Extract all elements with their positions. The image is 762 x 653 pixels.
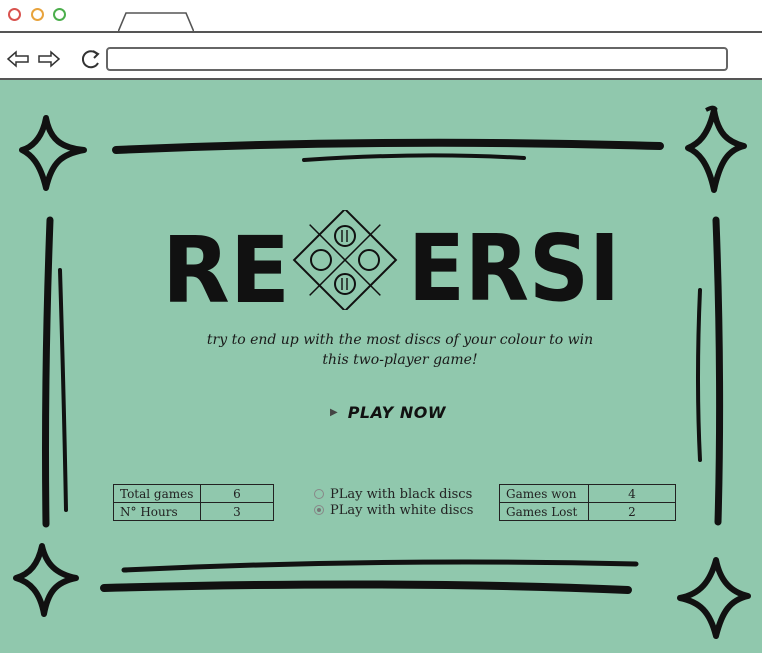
table-row: Games won 4 <box>499 484 676 503</box>
radio-white-label: PLay with white discs <box>330 502 474 518</box>
browser-tab[interactable] <box>118 12 194 32</box>
forward-arrow-icon[interactable] <box>37 49 61 69</box>
subtitle-line-1: try to end up with the most discs of you… <box>206 332 594 348</box>
game-stage: RE ERSI try to end up with the most disc… <box>0 80 762 653</box>
radio-black-label: PLay with black discs <box>330 486 473 502</box>
maximize-dot[interactable] <box>53 8 66 21</box>
back-arrow-icon[interactable] <box>6 49 30 69</box>
stats-table-left: Total games 6 N° Hours 3 <box>113 484 274 521</box>
stat-value: 2 <box>588 502 676 521</box>
stat-value: 6 <box>200 484 274 503</box>
minimize-dot[interactable] <box>31 8 44 21</box>
stat-value: 4 <box>588 484 676 503</box>
table-row: N° Hours 3 <box>113 502 274 521</box>
subtitle-line-2: this two-player game! <box>322 352 478 368</box>
title-right: ERSI <box>408 215 620 310</box>
title-left: RE <box>162 217 290 310</box>
radio-white-discs[interactable]: PLay with white discs <box>314 502 473 518</box>
table-row: Total games 6 <box>113 484 274 503</box>
stat-label: Games won <box>499 484 589 503</box>
stat-label: N° Hours <box>113 502 201 521</box>
sparkle-bottom-right-icon <box>677 557 751 639</box>
play-arrow-icon: ▶ <box>330 406 338 418</box>
play-now-button[interactable]: ▶ PLAY NOW <box>330 400 446 424</box>
reload-icon[interactable] <box>80 48 102 70</box>
game-subtitle: try to end up with the most discs of you… <box>170 330 630 370</box>
table-row: Games Lost 2 <box>499 502 676 521</box>
sparkle-bottom-left-icon <box>13 543 79 617</box>
radio-white-indicator[interactable] <box>314 505 324 515</box>
stat-label: Games Lost <box>499 502 589 521</box>
tab-strip-divider <box>0 31 762 33</box>
stat-value: 3 <box>200 502 274 521</box>
stats-table-right: Games won 4 Games Lost 2 <box>499 484 676 521</box>
play-now-label: PLAY NOW <box>347 402 446 422</box>
browser-chrome <box>0 0 762 80</box>
disc-diamond-icon <box>292 210 398 310</box>
stat-label: Total games <box>113 484 201 503</box>
url-bar[interactable] <box>106 47 728 71</box>
close-dot[interactable] <box>8 8 21 21</box>
sparkle-top-right-icon <box>685 107 747 193</box>
game-title: RE ERSI <box>160 210 630 310</box>
sparkle-top-left-icon <box>19 115 87 191</box>
radio-black-discs[interactable]: PLay with black discs <box>314 486 473 502</box>
disc-color-choice: PLay with black discs PLay with white di… <box>314 486 473 518</box>
radio-black-indicator[interactable] <box>314 489 324 499</box>
